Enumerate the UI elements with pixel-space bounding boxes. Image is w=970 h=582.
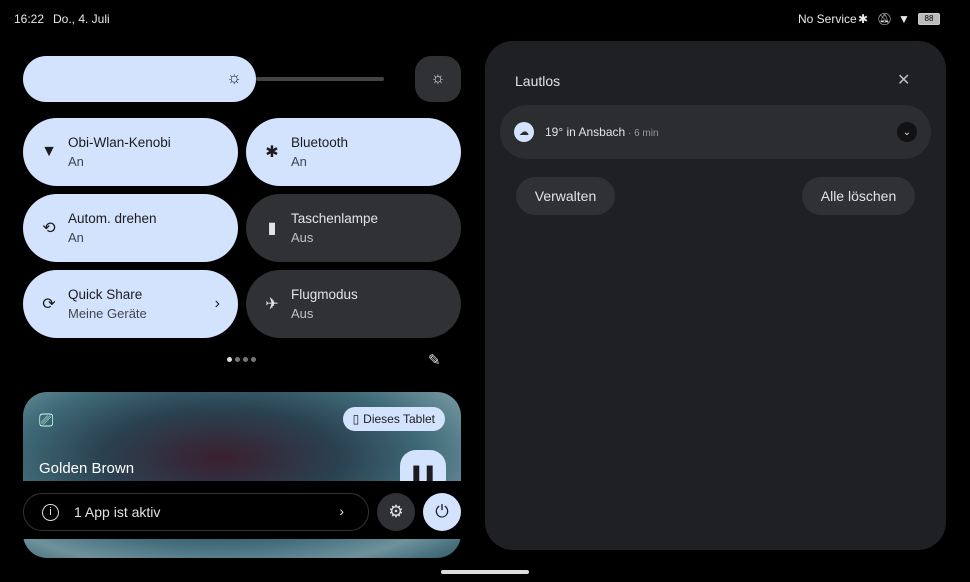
clear-all-button[interactable]: Alle löschen <box>802 177 915 215</box>
tile-taschenlampe[interactable]: ▮ Taschenlampe Aus <box>246 194 461 262</box>
tile-title: Obi-Wlan-Kenobi <box>68 135 171 150</box>
notification-time: 6 min <box>634 128 659 139</box>
gear-icon: ⚙ <box>388 502 404 521</box>
tile-title: Autom. drehen <box>68 211 157 226</box>
section-header: Lautlos <box>515 73 561 89</box>
home-handle[interactable] <box>441 570 529 574</box>
date: Do., 4. Juli <box>53 12 110 26</box>
cloud-icon: ☁ <box>514 122 534 142</box>
battery-icon: 88 <box>918 13 940 25</box>
tile-state: An <box>68 154 84 169</box>
tile-state: An <box>68 230 84 245</box>
tile-title: Bluetooth <box>291 135 349 150</box>
brightness-track[interactable] <box>256 77 384 81</box>
tablet-icon: ▯ <box>352 412 360 426</box>
chevron-down-icon: ⌄ <box>902 126 912 138</box>
song-title: Golden Brown <box>39 460 135 477</box>
tile-title: Quick Share <box>68 287 143 302</box>
close-icon[interactable]: ✕ <box>897 70 910 90</box>
tile-state: Aus <box>291 230 314 245</box>
edit-pencil-icon[interactable]: ✎ <box>428 351 441 369</box>
brightness-icon: ☼ <box>226 68 242 87</box>
info-icon: i <box>42 503 59 521</box>
pause-icon: ❚❚ <box>409 465 437 482</box>
tile-state: Meine Geräte <box>68 306 147 321</box>
chevron-right-icon: › <box>214 295 220 312</box>
notification-panel: Lautlos ✕ ☁ 19° in Ansbach · 6 min ⌄ Ver… <box>485 41 946 550</box>
rotate-icon: ⟲ <box>42 220 56 237</box>
brightness-slider[interactable]: ☼ <box>23 56 256 102</box>
chevron-right-icon: › <box>339 503 344 519</box>
quick-share-icon: ⟳ <box>42 296 56 313</box>
auto-brightness-button[interactable]: ☼ <box>415 56 461 102</box>
active-apps-button[interactable]: i 1 App ist aktiv › <box>23 493 369 531</box>
tile-quick-share[interactable]: ⟳ Quick Share Meine Geräte › <box>23 270 238 338</box>
notification-title: 19° in Ansbach <box>545 125 626 139</box>
tile-obi-wlan-kenobi[interactable]: ▼ Obi-Wlan-Kenobi An <box>23 118 238 186</box>
bluetooth-icon: ✱ <box>265 144 279 161</box>
tile-state: An <box>291 154 307 169</box>
tile-bluetooth[interactable]: ✱ Bluetooth An <box>246 118 461 186</box>
cast-icon[interactable]: ⎚ <box>39 410 53 431</box>
tile-title: Taschenlampe <box>291 211 379 226</box>
expand-button[interactable]: ⌄ <box>897 122 917 142</box>
carrier: No Service <box>798 12 857 26</box>
wifi-status-icon: ▼ <box>898 12 910 26</box>
mute-icon: 🔕︎ <box>877 12 893 26</box>
flashlight-icon: ▮ <box>267 220 277 237</box>
power-button[interactable]: ⏻ <box>423 493 461 531</box>
notification-item[interactable]: ☁ 19° in Ansbach · 6 min ⌄ <box>500 105 931 159</box>
auto-brightness-icon: ☼ <box>430 70 446 87</box>
tile-autom-drehen[interactable]: ⟲ Autom. drehen An <box>23 194 238 262</box>
tile-state: Aus <box>291 306 314 321</box>
wifi-icon: ▼ <box>41 143 57 160</box>
tile-flugmodus[interactable]: ✈ Flugmodus Aus <box>246 270 461 338</box>
airplane-icon: ✈ <box>265 296 279 313</box>
power-icon: ⏻ <box>435 502 449 521</box>
tile-title: Flugmodus <box>291 287 358 302</box>
manage-button[interactable]: Verwalten <box>516 177 615 215</box>
clock: 16:22 <box>14 12 45 26</box>
settings-button[interactable]: ⚙ <box>377 493 415 531</box>
page-indicator[interactable] <box>227 357 256 362</box>
bluetooth-status-icon: ✱ <box>858 12 869 26</box>
output-device-chip[interactable]: ▯ Dieses Tablet <box>342 407 445 431</box>
